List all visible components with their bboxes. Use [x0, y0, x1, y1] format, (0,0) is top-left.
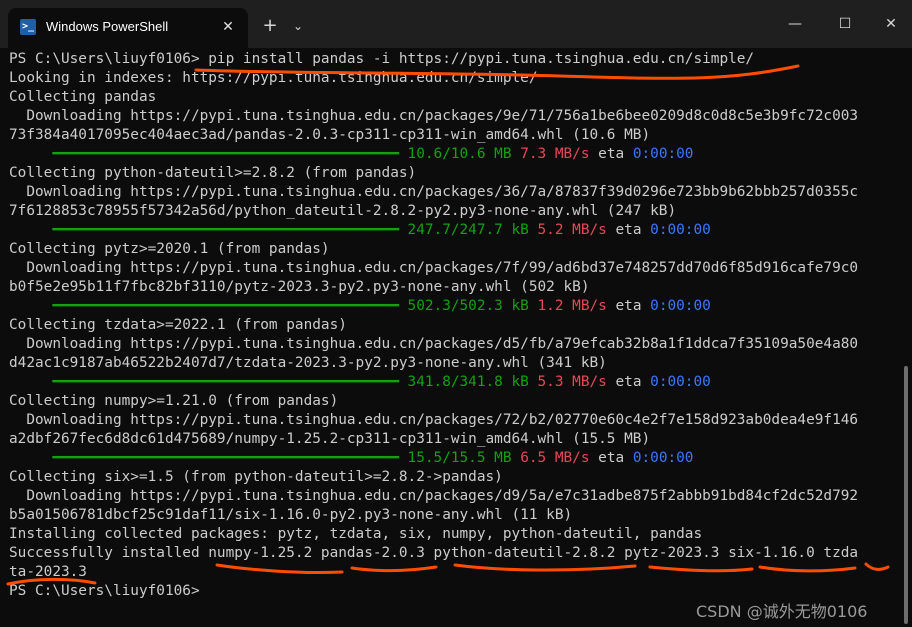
line-text [529, 374, 538, 390]
line-text: b5a01506781dbcf25c91daf11/six-1.16.0-py2… [9, 507, 573, 523]
speed-text: 5.2 MB/s [537, 222, 607, 238]
maximize-button[interactable]: ☐ [830, 12, 860, 36]
terminal-line: b0f5e2e95b11f7fbc82bf3110/pytz-2023.3-py… [9, 278, 589, 297]
close-window-button[interactable]: ✕ [876, 12, 906, 36]
line-text: Downloading https://pypi.tuna.tsinghua.e… [9, 336, 859, 352]
line-text: Collecting python-dateutil>=2.8.2 (from … [9, 165, 417, 181]
line-text: d42ac1c9187ab46522b2407d7/tzdata-2023.3-… [9, 355, 607, 371]
line-text: b0f5e2e95b11f7fbc82bf3110/pytz-2023.3-py… [9, 279, 590, 295]
terminal-output[interactable]: PS C:\Users\liuyf0106> pip install panda… [0, 48, 900, 627]
line-text: eta [589, 146, 633, 162]
line-text: Downloading https://pypi.tuna.tsinghua.e… [9, 260, 859, 276]
chevron-down-icon[interactable]: ⌄ [288, 14, 308, 38]
terminal-line: Downloading https://pypi.tuna.tsinghua.e… [9, 411, 858, 430]
line-text: Downloading https://pypi.tuna.tsinghua.e… [9, 412, 859, 428]
speed-text: 5.3 MB/s [537, 374, 607, 390]
terminal-line: PS C:\Users\liuyf0106> pip install panda… [9, 50, 754, 69]
eta-text: 0:00:00 [650, 222, 711, 238]
terminal-line: Collecting pytz>=2020.1 (from pandas) [9, 240, 330, 259]
progress-text: ━━━━━━━━━━━━━━━━━━━━━━━━━━━━━━━━━━━━━━━━… [9, 298, 529, 314]
new-tab-button[interactable]: + [258, 14, 282, 38]
terminal-line: Installing collected packages: pytz, tzd… [9, 525, 702, 544]
line-text: a2dbf267fec6d8dc61d475689/numpy-1.25.2-c… [9, 431, 651, 447]
speed-text: 1.2 MB/s [537, 298, 607, 314]
eta-text: 0:00:00 [632, 146, 694, 162]
line-text: ta-2023.3 [9, 564, 87, 580]
line-text: Downloading https://pypi.tuna.tsinghua.e… [9, 488, 859, 504]
terminal-line: Looking in indexes: https://pypi.tuna.ts… [9, 69, 538, 88]
tab-windows-powershell[interactable]: >_ Windows PowerShell ✕ [8, 8, 248, 48]
progress-text: ━━━━━━━━━━━━━━━━━━━━━━━━━━━━━━━━━━━━━━━━… [9, 146, 512, 162]
terminal-line: Downloading https://pypi.tuna.tsinghua.e… [9, 183, 858, 202]
minimize-button[interactable]: — [780, 12, 810, 36]
line-text: 73f384a4017095ec404aec3ad/pandas-2.0.3-c… [9, 127, 651, 143]
speed-text: 7.3 MB/s [520, 146, 590, 162]
line-text: eta [606, 374, 651, 390]
terminal-line: a2dbf267fec6d8dc61d475689/numpy-1.25.2-c… [9, 430, 650, 449]
line-text: eta [606, 298, 651, 314]
terminal-line: Downloading https://pypi.tuna.tsinghua.e… [9, 487, 858, 506]
line-text: PS C:\Users\liuyf0106> pip install panda… [9, 51, 755, 67]
line-text [512, 146, 521, 162]
terminal-line: ━━━━━━━━━━━━━━━━━━━━━━━━━━━━━━━━━━━━━━━━… [9, 449, 693, 468]
eta-text: 0:00:00 [632, 450, 694, 466]
terminal-line: Collecting six>=1.5 (from python-dateuti… [9, 468, 503, 487]
terminal-line: Downloading https://pypi.tuna.tsinghua.e… [9, 335, 858, 354]
terminal-line: Collecting pandas [9, 88, 156, 107]
terminal-line: b5a01506781dbcf25c91daf11/six-1.16.0-py2… [9, 506, 572, 525]
line-text: Collecting pytz>=2020.1 (from pandas) [9, 241, 330, 257]
watermark: CSDN @诚外无物0106 [696, 602, 868, 621]
terminal-line: 7f6128853c78955f57342a56d/python_dateuti… [9, 202, 676, 221]
speed-text: 6.5 MB/s [520, 450, 590, 466]
line-text [512, 450, 521, 466]
line-text: Successfully installed numpy-1.25.2 pand… [9, 545, 859, 561]
eta-text: 0:00:00 [650, 298, 711, 314]
tab-title: Windows PowerShell [46, 19, 169, 34]
powershell-icon: >_ [20, 19, 36, 35]
line-text [529, 298, 538, 314]
terminal-line: Collecting tzdata>=2022.1 (from pandas) [9, 316, 347, 335]
progress-text: ━━━━━━━━━━━━━━━━━━━━━━━━━━━━━━━━━━━━━━━━… [9, 450, 512, 466]
terminal-line: Downloading https://pypi.tuna.tsinghua.e… [9, 259, 858, 278]
terminal-line: Collecting numpy>=1.21.0 (from pandas) [9, 392, 338, 411]
line-text: eta [606, 222, 651, 238]
terminal-line: ━━━━━━━━━━━━━━━━━━━━━━━━━━━━━━━━━━━━━━━━… [9, 221, 711, 240]
terminal-line: Successfully installed numpy-1.25.2 pand… [9, 544, 858, 563]
line-text: Collecting numpy>=1.21.0 (from pandas) [9, 393, 339, 409]
close-tab-icon[interactable]: ✕ [218, 17, 238, 37]
line-text: Looking in indexes: https://pypi.tuna.ts… [9, 70, 538, 86]
eta-text: 0:00:00 [650, 374, 711, 390]
terminal-line: d42ac1c9187ab46522b2407d7/tzdata-2023.3-… [9, 354, 607, 373]
terminal-line: ━━━━━━━━━━━━━━━━━━━━━━━━━━━━━━━━━━━━━━━━… [9, 145, 693, 164]
line-text: Installing collected packages: pytz, tzd… [9, 526, 703, 542]
scrollbar[interactable] [904, 366, 908, 624]
line-text: Collecting pandas [9, 89, 157, 105]
progress-text: ━━━━━━━━━━━━━━━━━━━━━━━━━━━━━━━━━━━━━━━━… [9, 222, 529, 238]
terminal-line: PS C:\Users\liuyf0106> [9, 582, 200, 601]
line-text: Collecting six>=1.5 (from python-dateuti… [9, 469, 503, 485]
terminal-line: 73f384a4017095ec404aec3ad/pandas-2.0.3-c… [9, 126, 650, 145]
line-text: 7f6128853c78955f57342a56d/python_dateuti… [9, 203, 677, 219]
line-text: Downloading https://pypi.tuna.tsinghua.e… [9, 108, 859, 124]
terminal-line: ━━━━━━━━━━━━━━━━━━━━━━━━━━━━━━━━━━━━━━━━… [9, 373, 711, 392]
terminal-line: ━━━━━━━━━━━━━━━━━━━━━━━━━━━━━━━━━━━━━━━━… [9, 297, 711, 316]
line-text: eta [589, 450, 633, 466]
line-text: Downloading https://pypi.tuna.tsinghua.e… [9, 184, 859, 200]
progress-text: ━━━━━━━━━━━━━━━━━━━━━━━━━━━━━━━━━━━━━━━━… [9, 374, 529, 390]
terminal-line: Downloading https://pypi.tuna.tsinghua.e… [9, 107, 858, 126]
terminal-line: Collecting python-dateutil>=2.8.2 (from … [9, 164, 416, 183]
line-text [529, 222, 538, 238]
line-text: Collecting tzdata>=2022.1 (from pandas) [9, 317, 347, 333]
title-bar: >_ Windows PowerShell ✕ + ⌄ — ☐ ✕ [0, 0, 912, 48]
terminal-line: ta-2023.3 [9, 563, 87, 582]
line-text: PS C:\Users\liuyf0106> [9, 583, 200, 599]
